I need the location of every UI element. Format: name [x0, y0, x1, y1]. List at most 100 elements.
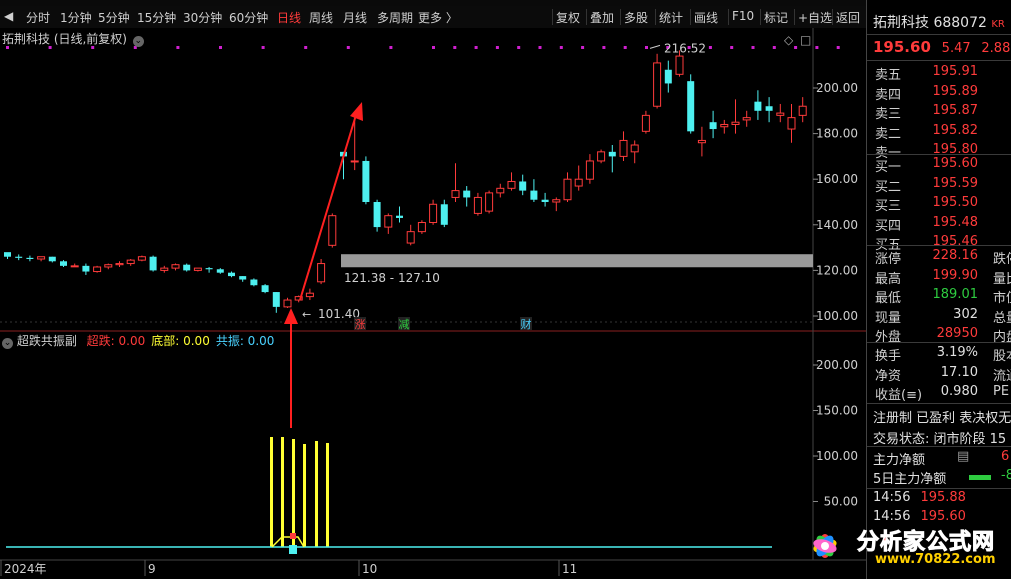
candle-body[interactable] — [597, 151, 606, 162]
candle-body[interactable] — [205, 268, 213, 270]
candle-body[interactable] — [742, 117, 751, 121]
candle-body[interactable] — [463, 190, 471, 198]
candle-body[interactable] — [585, 160, 594, 180]
candle-body[interactable] — [384, 215, 393, 228]
indicator-bar — [270, 437, 273, 547]
toolbar-button-7[interactable]: +自选 — [798, 9, 832, 26]
candle-body[interactable] — [15, 256, 23, 258]
candle-body[interactable] — [48, 256, 56, 262]
candle-body[interactable] — [563, 178, 572, 201]
candle-body[interactable] — [37, 256, 46, 260]
candle-body[interactable] — [193, 267, 202, 271]
stat2-row-0-value: 3.19% — [936, 345, 978, 360]
candle-body[interactable] — [171, 264, 180, 269]
candle-body[interactable] — [754, 101, 762, 111]
candle-body[interactable] — [530, 190, 538, 200]
candle-body[interactable] — [440, 204, 448, 225]
candle-body[interactable] — [697, 139, 706, 144]
candle-body[interactable] — [70, 265, 79, 268]
candle-body[interactable] — [608, 151, 616, 157]
candle-body[interactable] — [104, 264, 113, 268]
candle-body[interactable] — [328, 215, 337, 246]
candle-body[interactable] — [552, 199, 561, 203]
candle-body[interactable] — [60, 261, 67, 266]
candle-body[interactable] — [115, 263, 124, 266]
candle-body[interactable] — [4, 252, 11, 257]
kline-chart[interactable]: ◇ □ 200.00 180.00 160.00 140.00 120.00 100.00 12… — [0, 28, 866, 579]
candle-body[interactable] — [126, 259, 135, 265]
period-tab-3[interactable]: 15分钟 — [137, 9, 176, 26]
period-tab-6[interactable]: 日线 — [277, 9, 301, 26]
toolbar-button-4[interactable]: 画线 — [694, 9, 718, 26]
chevron-down-icon[interactable]: ⌄ — [132, 36, 144, 47]
candle-body[interactable] — [541, 199, 549, 202]
period-tab-10[interactable]: 更多 〉 — [418, 9, 458, 26]
candle-body[interactable] — [283, 299, 292, 308]
candle-body[interactable] — [653, 62, 662, 107]
toolbar-button-3[interactable]: 统计 — [659, 9, 683, 26]
period-tab-0[interactable]: 分时 — [26, 9, 50, 26]
stat-row-0-label: 涨停 — [875, 252, 902, 267]
candle-body[interactable] — [250, 279, 258, 286]
period-tab-1[interactable]: 1分钟 — [60, 9, 92, 26]
toolbar-separator — [794, 9, 795, 25]
candle-body[interactable] — [798, 105, 807, 116]
candle-body[interactable] — [305, 292, 314, 298]
period-tab-8[interactable]: 月线 — [343, 9, 367, 26]
candle-body[interactable] — [776, 112, 785, 116]
candle-body[interactable] — [641, 114, 650, 132]
candle-body[interactable] — [228, 272, 235, 277]
toolbar-button-1[interactable]: 叠加 — [590, 9, 614, 26]
candle-body[interactable] — [709, 122, 717, 130]
period-tab-2[interactable]: 5分钟 — [98, 9, 130, 26]
candle-body[interactable] — [160, 267, 169, 271]
candle-body[interactable] — [362, 160, 370, 202]
candle-body[interactable] — [473, 196, 482, 214]
candle-body[interactable] — [451, 190, 460, 198]
candle-body[interactable] — [93, 266, 102, 273]
candle-body[interactable] — [675, 55, 684, 75]
candle-body[interactable] — [82, 265, 90, 272]
candle-body[interactable] — [350, 160, 359, 163]
candle-body[interactable] — [417, 222, 426, 233]
period-tab-7[interactable]: 周线 — [309, 9, 333, 26]
candle-body[interactable] — [574, 178, 583, 187]
candle-body[interactable] — [183, 264, 191, 271]
candle-body[interactable] — [396, 215, 403, 218]
doc-icon[interactable]: ▤ — [957, 449, 969, 464]
period-tab-9[interactable]: 多周期 — [377, 9, 413, 26]
candle-body[interactable] — [619, 139, 628, 157]
period-tab-4[interactable]: 30分钟 — [183, 9, 222, 26]
candle-body[interactable] — [317, 263, 326, 283]
candle-body[interactable] — [149, 256, 157, 271]
toolbar-button-6[interactable]: 标记 — [764, 9, 788, 26]
candle-body[interactable] — [261, 285, 269, 293]
candle-body[interactable] — [496, 187, 505, 194]
toolbar-button-0[interactable]: 复权 — [556, 9, 580, 26]
candle-body[interactable] — [216, 269, 224, 273]
toolbar-button-2[interactable]: 多股 — [624, 9, 648, 26]
candle-body[interactable] — [26, 257, 34, 259]
candle-body[interactable] — [507, 180, 516, 189]
logo-url[interactable]: www.70822.com — [875, 552, 996, 567]
toolbar-button-8[interactable]: 返回 — [836, 9, 860, 26]
chevron-down-icon[interactable]: ⌄ — [2, 338, 13, 349]
candle-body[interactable] — [731, 121, 740, 125]
candle-body[interactable] — [429, 203, 438, 224]
candle-body[interactable] — [239, 276, 247, 280]
candle-body[interactable] — [664, 69, 672, 84]
candle-body[interactable] — [519, 181, 527, 191]
candle-body[interactable] — [787, 117, 796, 130]
candle-body[interactable] — [373, 202, 381, 228]
chevron-left-icon[interactable]: ◀ — [4, 9, 13, 23]
candle-body[interactable] — [687, 81, 695, 132]
candle-body[interactable] — [485, 192, 494, 212]
candle-body[interactable] — [406, 231, 415, 244]
period-tab-5[interactable]: 60分钟 — [229, 9, 268, 26]
candle-body[interactable] — [272, 292, 280, 307]
candle-body[interactable] — [720, 123, 729, 128]
toolbar-button-5[interactable]: F10 — [732, 9, 754, 23]
candle-body[interactable] — [137, 256, 146, 261]
candle-body[interactable] — [630, 144, 639, 153]
candle-body[interactable] — [765, 106, 773, 111]
